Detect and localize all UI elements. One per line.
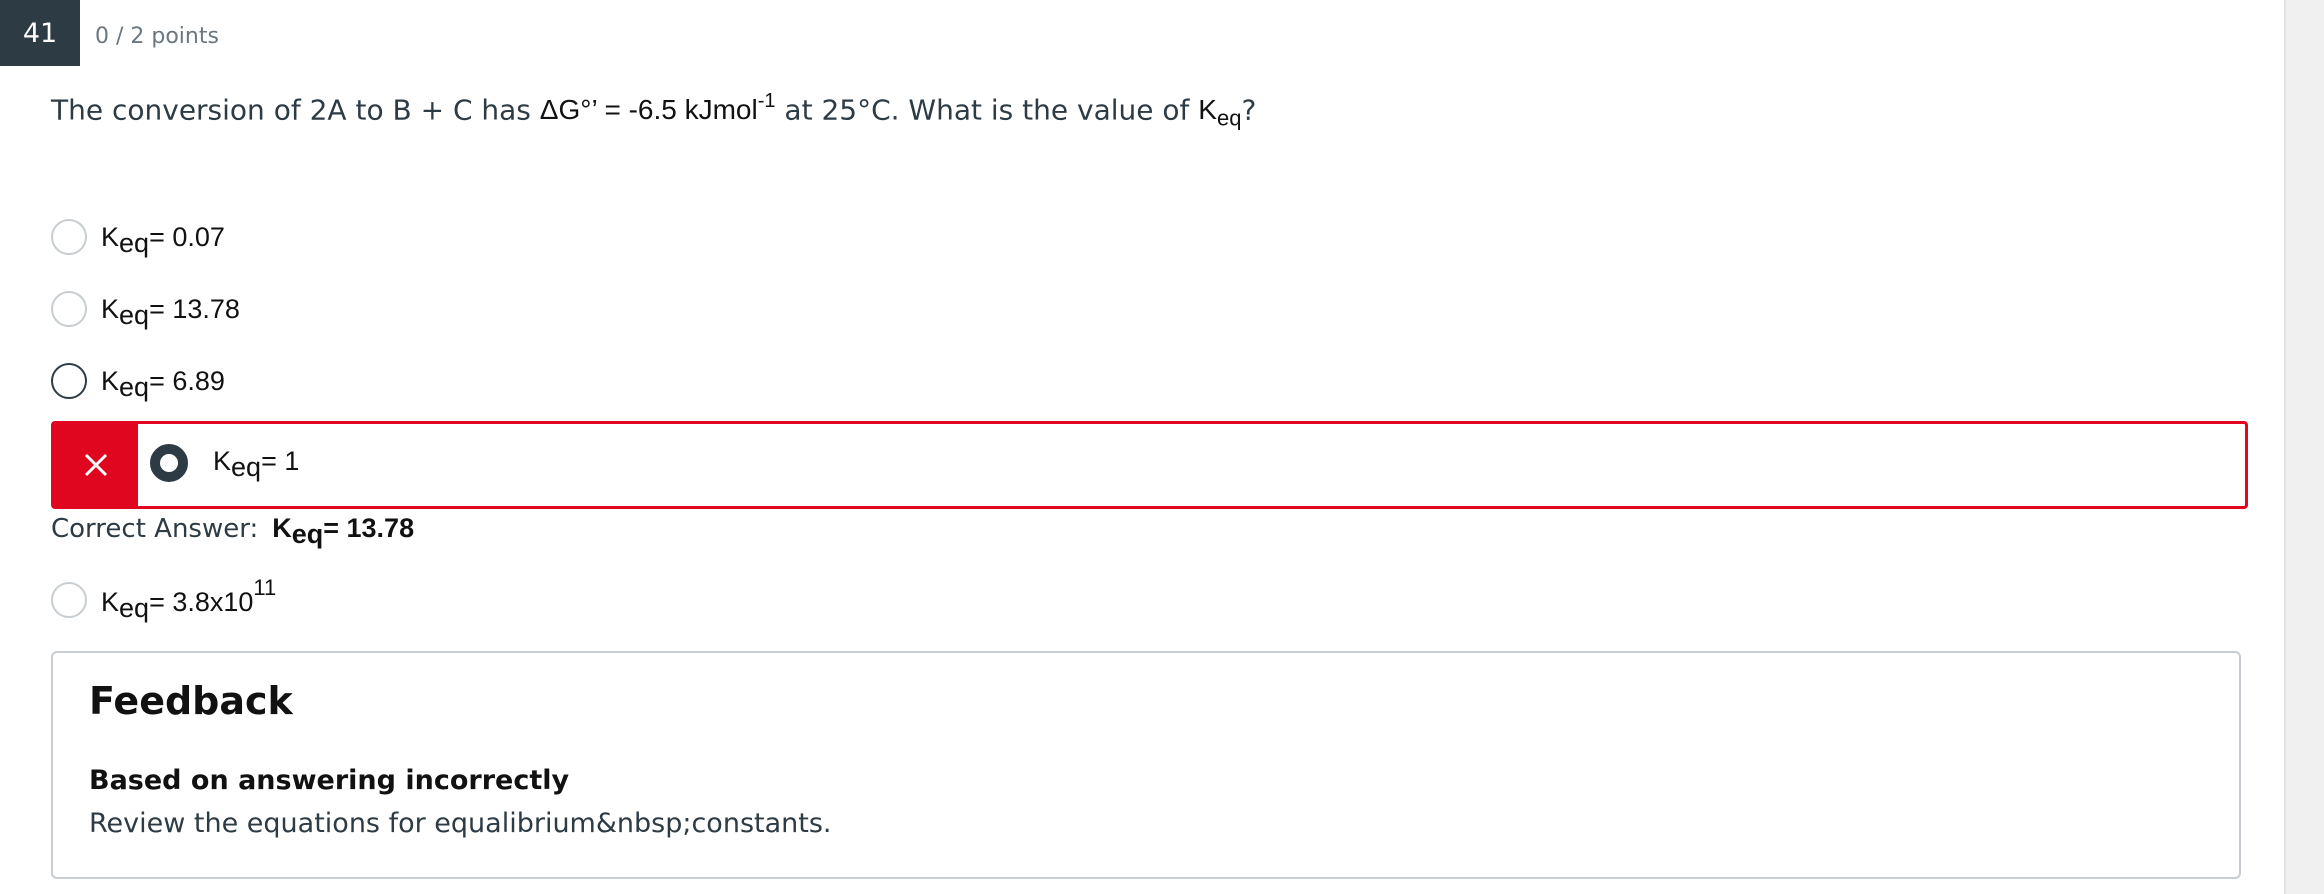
radio-button[interactable] [51,363,87,399]
question-prefix: The conversion of 2A to B + C has [51,93,540,127]
feedback-panel: Feedback Based on answering incorrectly … [51,651,2241,879]
answer-choice-2[interactable]: Keq= 13.78 [51,291,240,330]
radio-button[interactable] [51,581,87,618]
close-icon [54,424,138,506]
question-end: ? [1241,93,1257,127]
answer-choice-5[interactable]: Keq= 3.8x1011 [51,575,277,623]
radio-button[interactable] [51,291,87,327]
radio-button-selected[interactable] [150,444,188,482]
answer-label: Keq= 3.8x1011 [101,575,277,623]
scrollbar-track[interactable] [2284,0,2324,894]
radio-button[interactable] [51,219,87,255]
answer-label: Keq= 13.78 [101,293,240,330]
answer-label: Keq= 1 [213,446,300,482]
answer-label: Keq= 6.89 [101,365,225,402]
delta-g: ΔG°’ = -6.5 kJmol-1 [539,90,776,126]
correct-answer: Correct Answer: Keq= 13.78 [51,513,415,549]
scrollbar-edge [2284,0,2286,894]
answer-choice-4-incorrect[interactable]: Keq= 1 [51,421,2248,509]
question-text: The conversion of 2A to B + C has ΔG°’ =… [51,90,1257,132]
correct-answer-value: Keq= 13.78 [272,513,415,549]
delta-g-exponent: -1 [757,90,776,112]
keq-symbol: Keq [1198,94,1241,131]
answer-label: Keq= 0.07 [101,221,225,258]
question-middle: at 25°C. What is the value of [775,93,1199,127]
feedback-title: Feedback [89,679,293,723]
feedback-subtitle: Based on answering incorrectly [89,765,570,796]
points-score: 0 / 2 points [95,24,219,49]
keq-k: K [1198,94,1217,126]
feedback-text: Review the equations for equalibrium&nbs… [89,808,832,839]
question-number: 41 [0,0,80,66]
keq-subscript: eq [1216,105,1242,131]
answer-choice-1[interactable]: Keq= 0.07 [51,219,225,258]
answer-choice-3[interactable]: Keq= 6.89 [51,363,225,402]
correct-answer-label: Correct Answer: [51,514,259,544]
delta-g-text: ΔG°’ = -6.5 kJmol [539,94,758,126]
